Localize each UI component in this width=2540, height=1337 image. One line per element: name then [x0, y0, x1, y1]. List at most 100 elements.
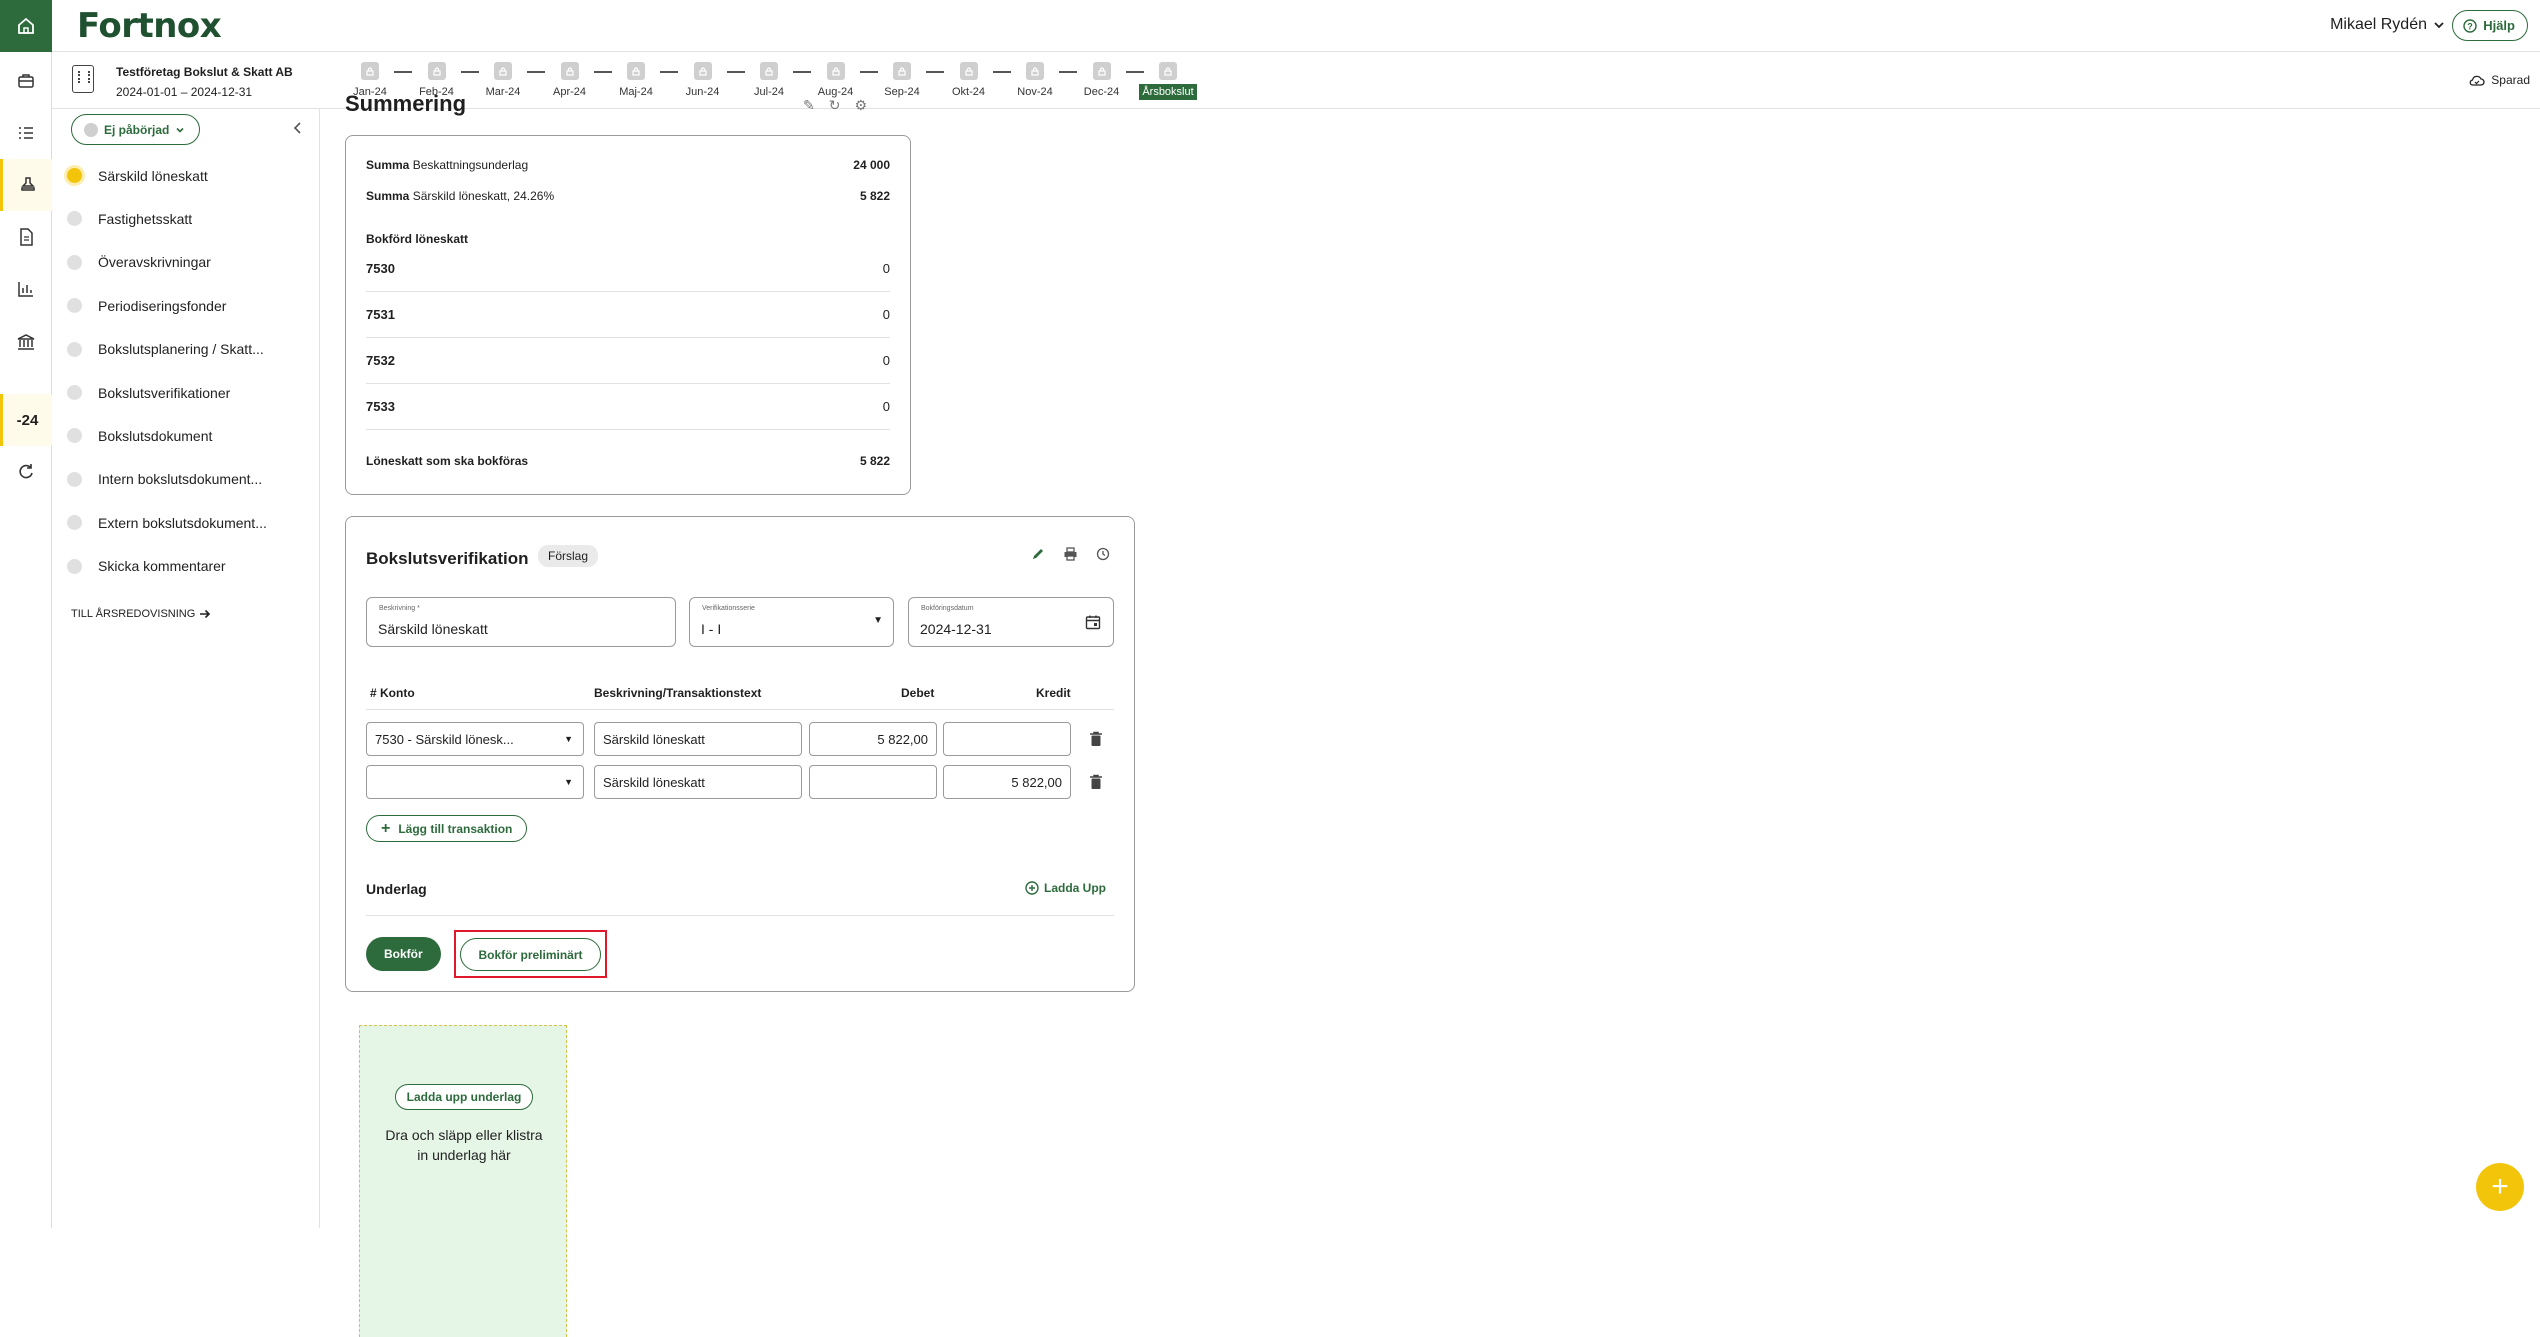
history-icon[interactable]: ↻ — [829, 97, 841, 114]
plus-icon: + — [2491, 1170, 2509, 1203]
nav-item-8[interactable]: Extern bokslutsdokument... — [52, 501, 320, 544]
history-icon[interactable] — [1096, 547, 1110, 561]
status-dropdown[interactable]: Ej påbörjad — [71, 114, 201, 145]
refresh-button[interactable] — [0, 446, 52, 498]
year-button[interactable]: -24 — [0, 394, 52, 446]
nav-item-6[interactable]: Bokslutsdokument — [52, 414, 320, 457]
edit-icon[interactable]: ✎ — [803, 97, 815, 114]
document-button[interactable] — [0, 211, 52, 263]
account-value: 0 — [882, 399, 890, 414]
timeline-period-5[interactable]: Jun-24 — [670, 62, 736, 98]
add-fab-button[interactable]: + — [2476, 1163, 2524, 1211]
stamp-button[interactable] — [0, 159, 52, 211]
period-lock-icon — [560, 62, 579, 80]
credit-input[interactable]: 5 822,00 — [943, 765, 1071, 799]
transaction-text-input[interactable]: Särskild löneskatt — [594, 722, 802, 756]
user-menu[interactable]: Mikael Rydén — [2330, 16, 2445, 34]
timeline-period-10[interactable]: Nov-24 — [1002, 62, 1068, 98]
nav-item-3[interactable]: Periodiseringsfonder — [52, 284, 320, 327]
account-select[interactable]: 7530 - Särskild lönesk... ▼ — [366, 722, 584, 756]
nav-item-label: Extern bokslutsdokument... — [98, 514, 267, 531]
timeline-period-6[interactable]: Jul-24 — [736, 62, 802, 98]
nav-item-label: Skicka kommentarer — [98, 558, 226, 575]
trash-icon[interactable] — [1089, 774, 1103, 790]
pencil-icon[interactable] — [1031, 547, 1045, 561]
summary-value: 24 000 — [853, 158, 890, 172]
timeline-period-4[interactable]: Maj-24 — [603, 62, 669, 98]
transaction-text-input[interactable]: Särskild löneskatt — [594, 765, 802, 799]
print-icon[interactable] — [1063, 547, 1078, 561]
list-check-icon — [19, 127, 33, 139]
timeline-period-12[interactable]: Årsbokslut — [1135, 62, 1201, 100]
briefcase-button[interactable] — [0, 55, 52, 107]
help-button[interactable]: ? Hjälp — [2452, 10, 2528, 41]
upload-attachment-button[interactable]: Ladda upp underlag — [395, 1084, 533, 1110]
post-preliminary-button[interactable]: Bokför preliminärt — [460, 938, 601, 971]
upload-link[interactable]: Ladda Upp — [1025, 881, 1106, 895]
post-button[interactable]: Bokför — [366, 937, 441, 971]
timeline-period-11[interactable]: Dec-24 — [1069, 62, 1135, 98]
svg-text:?: ? — [2467, 21, 2473, 31]
nav-item-7[interactable]: Intern bokslutsdokument... — [52, 458, 320, 501]
bar-chart-icon — [18, 282, 33, 297]
account-row: 7530 0 — [366, 246, 890, 292]
status-dot-icon — [84, 122, 98, 137]
tasks-button[interactable] — [0, 107, 52, 159]
fortnox-logo[interactable]: Fortnox — [77, 6, 222, 46]
series-select[interactable]: Verifikationsserie I - I ▼ — [689, 597, 894, 647]
debit-input[interactable] — [809, 765, 937, 799]
timeline-label: Jun-24 — [685, 86, 720, 98]
calendar-icon[interactable] — [1085, 614, 1101, 630]
timeline-period-9[interactable]: Okt-24 — [936, 62, 1002, 98]
summary-row: Summa Beskattningsunderlag 24 000 — [366, 158, 890, 172]
timeline-label: Maj-24 — [619, 86, 653, 98]
step-status-icon — [67, 471, 82, 487]
timeline-period-8[interactable]: Sep-24 — [869, 62, 935, 98]
timeline-period-2[interactable]: Mar-24 — [470, 62, 536, 98]
nav-item-9[interactable]: Skicka kommentarer — [52, 545, 320, 588]
summary-prefix: Summa — [366, 158, 410, 172]
period-lock-icon — [959, 62, 978, 80]
timeline-period-7[interactable]: Aug-24 — [803, 62, 869, 98]
nav-item-1[interactable]: Fastighetsskatt — [52, 197, 320, 240]
add-transaction-button[interactable]: + Lägg till transaktion — [366, 815, 528, 842]
nav-item-5[interactable]: Bokslutsverifikationer — [52, 371, 320, 414]
total-label: Löneskatt som ska bokföras — [366, 454, 529, 468]
summary-prefix: Summa — [366, 189, 410, 203]
debit-input[interactable]: 5 822,00 — [809, 722, 937, 756]
period-lock-icon — [427, 62, 446, 80]
nav-item-2[interactable]: Överavskrivningar — [52, 241, 320, 284]
reports-button[interactable] — [0, 263, 52, 315]
period-lock-icon — [361, 62, 379, 80]
collapse-nav-button[interactable] — [293, 121, 303, 139]
period-lock-icon — [893, 62, 911, 80]
step-status-icon — [67, 428, 82, 444]
col-credit: Kredit — [1036, 686, 1071, 700]
timeline-label: Sep-24 — [884, 86, 920, 98]
nav-item-4[interactable]: Bokslutsplanering / Skatt... — [52, 328, 320, 371]
nav-item-0[interactable]: Särskild löneskatt — [52, 154, 320, 197]
posting-date-field[interactable]: Bokföringsdatum 2024-12-31 — [908, 597, 1114, 647]
account-number: 7531 — [366, 307, 395, 322]
account-select[interactable]: ▼ — [366, 765, 584, 799]
series-value: I - I — [701, 621, 722, 637]
settings-icon[interactable]: ⚙ — [854, 97, 867, 114]
home-button[interactable] — [0, 0, 52, 52]
account-row: 7531 0 — [366, 292, 890, 338]
bank-button[interactable] — [0, 316, 52, 368]
account-number: 7532 — [366, 353, 395, 368]
caret-down-icon: ▼ — [873, 615, 883, 626]
trash-icon[interactable] — [1089, 731, 1103, 747]
document-icon — [20, 228, 33, 246]
credit-input[interactable] — [943, 722, 1071, 756]
account-value: 0 — [882, 261, 890, 276]
description-field[interactable]: Beskrivning * Särskild löneskatt — [366, 597, 676, 647]
description-value: Särskild löneskatt — [378, 621, 488, 637]
timeline-label: Årsbokslut — [1139, 84, 1197, 100]
nav-item-label: Särskild löneskatt — [98, 167, 208, 184]
step-status-icon — [67, 558, 82, 574]
building-icon — [72, 65, 94, 93]
to-annual-report-link[interactable]: TILL ÅRSREDOVISNING — [71, 608, 211, 620]
attachment-dropzone[interactable]: Ladda upp underlag Dra och släpp eller k… — [359, 1025, 567, 1337]
timeline-period-3[interactable]: Apr-24 — [537, 62, 603, 98]
